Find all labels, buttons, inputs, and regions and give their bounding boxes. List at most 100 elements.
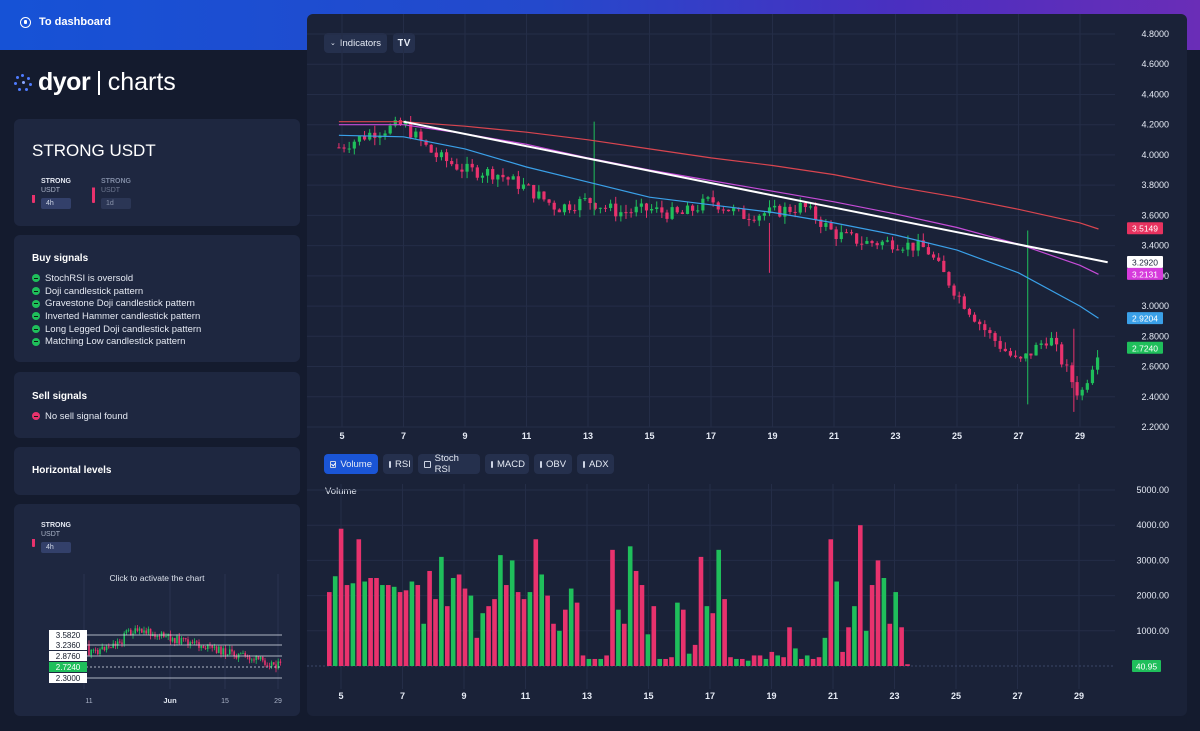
- x-tick-label: 17: [705, 691, 715, 701]
- volume-bar: [445, 606, 450, 666]
- candle-body: [103, 646, 106, 651]
- x-tick-label: 19: [766, 691, 776, 701]
- indicator-toggle-adx[interactable]: ADX: [577, 454, 614, 474]
- price-badge: 2.9204: [1127, 312, 1163, 325]
- volume-bar: [840, 651, 845, 666]
- candle-body: [248, 656, 251, 660]
- mini-chart[interactable]: 3.58203.2360 2.8760 2.7240 2.3000 Click to …: [14, 504, 300, 716]
- candle-body: [229, 649, 231, 655]
- volume-bar: [527, 592, 533, 666]
- volume-bar: [604, 655, 609, 666]
- volume-bar: [474, 637, 480, 666]
- indicator-toggle-rsi[interactable]: RSI: [383, 454, 413, 474]
- horizontal-levels-card[interactable]: Horizontal levels: [14, 447, 300, 495]
- x-tick-label: 29: [1075, 431, 1085, 441]
- timeframe-1d[interactable]: STRONG USDT 1d: [92, 177, 131, 209]
- dyor-logo[interactable]: dyor charts: [14, 68, 176, 97]
- candle-body: [511, 176, 515, 180]
- volume-bar: [498, 555, 503, 666]
- buy-signals-card: Buy signals StochRSI is oversold Doji ca…: [14, 235, 300, 362]
- buy-signal-item: Gravestone Doji candlestick pattern: [32, 297, 201, 310]
- x-tick-label: 7: [400, 691, 405, 701]
- x-tick-label: 17: [706, 431, 716, 441]
- price-tick-label: 4.0000: [1141, 150, 1169, 160]
- volume-chart[interactable]: 5000.00 4000.00 3000.00 2000.00 1000.00 40.95…: [307, 484, 1187, 716]
- candle-body: [983, 324, 987, 331]
- candle-body: [475, 167, 479, 178]
- candle-body: [803, 202, 807, 208]
- price-tick-label: 3.4000: [1141, 241, 1169, 251]
- volume-bar: [669, 657, 674, 666]
- volume-bar: [433, 599, 438, 666]
- candle-body: [145, 630, 147, 634]
- candle-body: [988, 330, 992, 334]
- main-chart-panel: ⌄ Indicators TV 4.80004.60004.40004.2000…: [307, 14, 1187, 716]
- candle-body: [215, 646, 218, 653]
- mini-x-label: 15: [221, 698, 229, 705]
- candle-body: [793, 211, 797, 213]
- price-badge-label: 3.5149: [1132, 224, 1158, 234]
- candle-body: [829, 223, 833, 230]
- volume-bar: [734, 658, 739, 666]
- candle-body: [460, 169, 464, 172]
- indicator-toggle-volume[interactable]: Volume: [324, 454, 378, 474]
- volume-bar: [799, 658, 804, 666]
- timeframe-4h[interactable]: STRONG USDT 4h: [32, 177, 71, 209]
- candle-body: [931, 254, 936, 258]
- logo-dots-icon: [14, 73, 32, 92]
- mini-chart-card[interactable]: STRONG USDT 4h 3.5820 3.2360 2.8760 2.7240 2…: [14, 504, 300, 716]
- candle-body: [1039, 343, 1043, 345]
- volume-bar: [533, 539, 539, 666]
- candle-body: [521, 184, 526, 189]
- candle-body: [967, 308, 972, 315]
- candle-body: [844, 232, 849, 234]
- candle-body: [211, 645, 213, 648]
- volume-bar: [462, 588, 468, 666]
- candle-body: [191, 642, 194, 644]
- candle-body: [143, 630, 145, 633]
- volume-bar: [580, 655, 586, 666]
- level-badge-label: 3.5820: [56, 631, 81, 640]
- buy-signal-item: Long Legged Doji candlestick pattern: [32, 323, 201, 336]
- indicator-toggle-macd[interactable]: MACD: [485, 454, 529, 474]
- indicator-toggle-stoch-rsi[interactable]: Stoch RSI: [418, 453, 480, 475]
- to-dashboard-link[interactable]: To dashboard: [20, 16, 111, 28]
- indicator-label: RSI: [395, 458, 411, 470]
- volume-bar: [710, 613, 716, 666]
- candle-body: [182, 638, 185, 639]
- volume-bar: [557, 630, 562, 666]
- candle-body: [855, 233, 859, 244]
- x-tick-label: 19: [767, 431, 777, 441]
- volume-bar: [486, 606, 491, 666]
- info-icon: [20, 16, 31, 28]
- candle-body: [911, 242, 915, 251]
- price-badge-label: 3.2920: [1132, 257, 1158, 267]
- price-chart[interactable]: 4.8000 4.6000 4.4000 4.2000 4.0000 3.8000 3.60…: [307, 14, 1187, 454]
- minus-circle-icon: [32, 312, 40, 321]
- candle-body: [798, 202, 802, 213]
- level-badge-label: 2.7240: [56, 663, 81, 672]
- indicator-toggle-obv[interactable]: OBV: [534, 454, 572, 474]
- volume-bar: [504, 585, 509, 666]
- candle-body: [352, 141, 356, 149]
- candle-body: [778, 205, 782, 217]
- minus-circle-icon: [32, 274, 40, 283]
- x-tick-label: 15: [644, 431, 654, 441]
- volume-bar: [704, 606, 710, 666]
- candle-body: [726, 209, 731, 212]
- price-tick-label: 4.6000: [1141, 59, 1169, 69]
- candle-body: [849, 232, 854, 234]
- candle-body: [105, 646, 108, 651]
- candle-body: [706, 197, 710, 199]
- candle-body: [834, 229, 838, 240]
- candle-body: [732, 208, 736, 212]
- x-tick-label: 23: [889, 691, 899, 701]
- candle-body: [242, 653, 244, 654]
- price-badge: 3.2920: [1127, 255, 1163, 268]
- volume-bar: [327, 592, 332, 666]
- candle-body: [1095, 357, 1100, 370]
- candle-body: [383, 133, 387, 136]
- candle-body: [665, 212, 669, 219]
- x-tick-label: 13: [583, 431, 593, 441]
- candle-body: [655, 207, 659, 210]
